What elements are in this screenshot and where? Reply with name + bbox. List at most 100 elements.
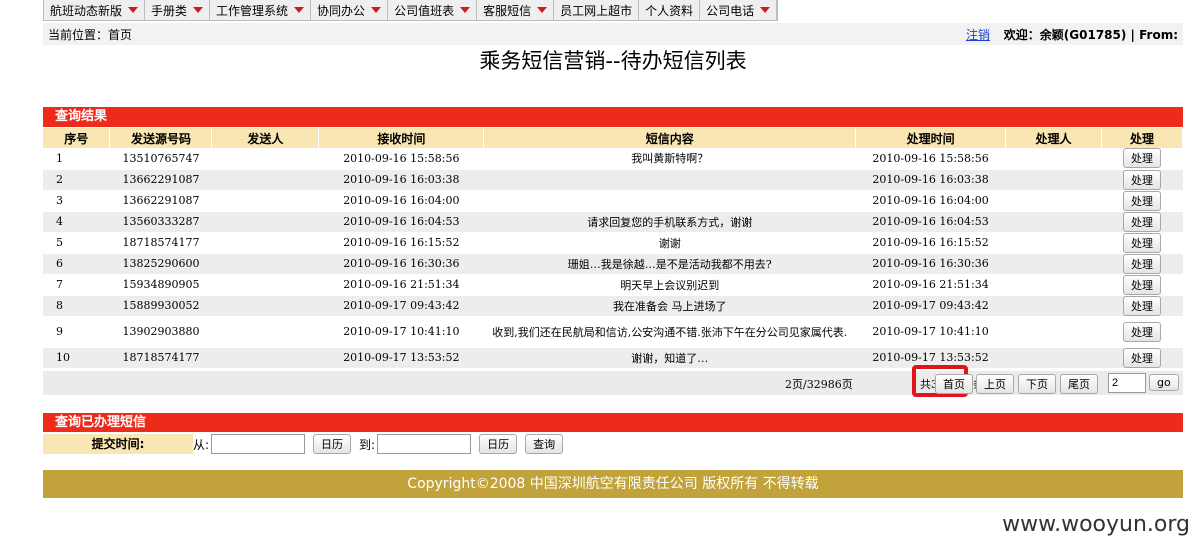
cell-content (483, 190, 856, 212)
cell-sender (211, 253, 319, 275)
chevron-down-icon (371, 7, 382, 13)
cell-seq: 4 (43, 211, 110, 233)
from-calendar-button[interactable]: 日历 (313, 434, 352, 454)
cell-phone: 15889930052 (109, 295, 212, 317)
cell-sender (211, 274, 319, 296)
table-row: 6 13825290600 2010-09-16 16:30:36 珊姐…我是徐越…是… (43, 253, 1183, 275)
cell-sender (211, 295, 319, 317)
cell-sender (211, 169, 319, 191)
cell-sender (211, 190, 319, 212)
cell-phone: 13902903880 (109, 316, 212, 348)
page-number-input[interactable] (1108, 373, 1146, 393)
cell-recv: 2010-09-17 13:53:52 (318, 347, 484, 369)
cell-content: 珊姐…我是徐越…是不是活动我都不用去? (483, 253, 856, 275)
process-button[interactable]: 处理 (1122, 169, 1161, 190)
cell-content (483, 169, 856, 191)
to-label: 到: (359, 437, 376, 452)
nav-item-3[interactable]: 协同办公 (311, 0, 389, 20)
nav-item-label: 公司值班表 (394, 3, 455, 18)
table-row: 10 18718574177 2010-09-17 13:53:52 谢谢，知道了… 2… (43, 347, 1183, 369)
process-button[interactable]: 处理 (1122, 232, 1161, 253)
logout-link[interactable]: 注销 (966, 28, 990, 42)
nav-item-label: 手册类 (151, 3, 188, 18)
cell-recv: 2010-09-16 16:15:52 (318, 232, 484, 254)
to-calendar-button[interactable]: 日历 (479, 434, 518, 454)
cell-recv: 2010-09-16 16:04:00 (318, 190, 484, 212)
process-button[interactable]: 处理 (1122, 274, 1161, 295)
cell-content: 我在准备会 马上进场了 (483, 295, 856, 317)
cell-handler (1005, 169, 1102, 191)
user-area: 注销 欢迎：余颖(G01785) | From: (966, 26, 1178, 43)
prev-page-button[interactable]: 上页 (976, 374, 1014, 394)
cell-action: 处理 (1101, 169, 1183, 191)
cell-recv: 2010-09-16 16:03:38 (318, 169, 484, 191)
nav-item-8[interactable]: 公司电话 (700, 0, 778, 20)
footer: Copyright©2008 中国深圳航空有限责任公司 版权所有 不得转载 (43, 470, 1183, 498)
process-button[interactable]: 处理 (1122, 148, 1161, 169)
table-row: 2 13662291087 2010-09-16 16:03:38 2010-09-1… (43, 169, 1183, 191)
cell-seq: 1 (43, 148, 110, 170)
first-page-button[interactable]: 首页 (935, 374, 973, 394)
chevron-down-icon (128, 7, 139, 13)
cell-handler (1005, 232, 1102, 254)
table-row: 8 15889930052 2010-09-17 09:43:42 我在准备会 马上进… (43, 295, 1183, 317)
cell-handler (1005, 316, 1102, 348)
cell-seq: 6 (43, 253, 110, 275)
cell-action: 处理 (1101, 211, 1183, 233)
chevron-down-icon (294, 7, 305, 13)
nav-item-1[interactable]: 手册类 (145, 0, 211, 20)
cell-seq: 5 (43, 232, 110, 254)
location-bar: 当前位置：首页 注销 欢迎：余颖(G01785) | From: (43, 23, 1183, 45)
breadcrumb: 当前位置：首页 (48, 27, 133, 42)
nav-item-5[interactable]: 客服短信 (477, 0, 555, 20)
cell-seq: 7 (43, 274, 110, 296)
cell-proc: 2010-09-17 09:43:42 (855, 295, 1006, 317)
nav-item-2[interactable]: 工作管理系统 (210, 0, 312, 20)
cell-handler (1005, 295, 1102, 317)
nav-item-label: 公司电话 (706, 3, 755, 18)
table-header-row: 序号 发送源号码 发送人 接收时间 短信内容 处理时间 处理人 处理 (43, 128, 1184, 148)
column-header: 处理 (1101, 128, 1184, 148)
to-date-input[interactable] (377, 434, 472, 454)
query-button[interactable]: 查询 (525, 434, 564, 454)
cell-proc: 2010-09-16 21:51:34 (855, 274, 1006, 296)
results-section-title: 查询结果 (43, 107, 1183, 127)
cell-seq: 8 (43, 295, 110, 317)
cell-handler (1005, 347, 1102, 369)
nav-item-4[interactable]: 公司值班表 (388, 0, 478, 20)
cell-action: 处理 (1101, 274, 1183, 296)
cell-content: 我叫黄斯特啊？ (483, 148, 856, 170)
process-button[interactable]: 处理 (1122, 321, 1161, 342)
cell-handler (1005, 148, 1102, 170)
page-title: 乘务短信营销--待办短信列表 (479, 49, 747, 73)
cell-seq: 2 (43, 169, 110, 191)
cell-recv: 2010-09-16 16:04:53 (318, 211, 484, 233)
nav-item-label: 客服短信 (483, 3, 532, 18)
column-header: 短信内容 (483, 128, 857, 148)
go-button[interactable]: go (1149, 374, 1179, 391)
cell-action: 处理 (1101, 190, 1183, 212)
next-page-button[interactable]: 下页 (1018, 374, 1056, 394)
nav-item-6[interactable]: 员工网上超市 (554, 0, 640, 20)
process-button[interactable]: 处理 (1122, 211, 1161, 232)
cell-action: 处理 (1101, 148, 1183, 170)
process-button[interactable]: 处理 (1122, 253, 1161, 274)
page-info: 2页/32986页 (785, 378, 853, 391)
column-header: 接收时间 (318, 128, 485, 148)
table-row: 5 18718574177 2010-09-16 16:15:52 谢谢 2010-09… (43, 232, 1183, 254)
cell-recv: 2010-09-16 16:30:36 (318, 253, 484, 275)
cell-content: 明天早上会议别迟到 (483, 274, 856, 296)
cell-seq: 3 (43, 190, 110, 212)
cell-proc: 2010-09-16 16:03:38 (855, 169, 1006, 191)
process-button[interactable]: 处理 (1122, 295, 1161, 316)
last-page-button[interactable]: 尾页 (1060, 374, 1098, 394)
from-date-input[interactable] (211, 434, 306, 454)
cell-sender (211, 211, 319, 233)
nav-item-0[interactable]: 航班动态新版 (44, 0, 146, 20)
process-button[interactable]: 处理 (1122, 347, 1161, 368)
cell-recv: 2010-09-17 09:43:42 (318, 295, 484, 317)
cell-phone: 13825290600 (109, 253, 212, 275)
nav-item-7[interactable]: 个人资料 (639, 0, 701, 20)
from-label: 从: (193, 437, 210, 452)
process-button[interactable]: 处理 (1122, 190, 1161, 211)
